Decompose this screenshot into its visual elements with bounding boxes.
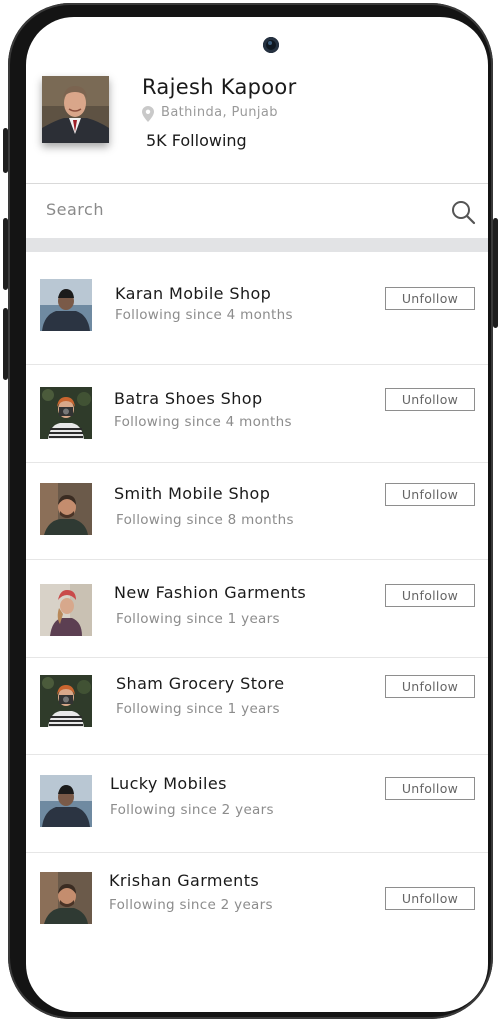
shop-name[interactable]: Karan Mobile Shop [115, 284, 271, 303]
row-divider [26, 559, 488, 560]
phone-frame: Rajesh Kapoor Bathinda, Punjab 5K Follow… [3, 3, 498, 1019]
following-since: Following since 1 years [116, 701, 280, 717]
unfollow-button[interactable]: Unfollow [385, 777, 475, 800]
following-since: Following since 2 years [110, 802, 274, 818]
app-screen: Rajesh Kapoor Bathinda, Punjab 5K Follow… [26, 17, 488, 1012]
row-divider [26, 657, 488, 658]
profile-avatar[interactable] [42, 76, 109, 143]
row-divider [26, 852, 488, 853]
shop-name[interactable]: Krishan Garments [109, 871, 259, 890]
profile-location: Bathinda, Punjab [161, 105, 278, 120]
following-since: Following since 1 years [116, 611, 280, 627]
shop-name[interactable]: Lucky Mobiles [110, 774, 227, 793]
shop-thumbnail[interactable] [40, 775, 92, 827]
search-icon[interactable] [450, 199, 476, 225]
following-since: Following since 2 years [109, 897, 273, 913]
search-input[interactable] [46, 195, 426, 223]
following-since: Following since 8 months [116, 512, 294, 528]
side-button-left-top [3, 128, 8, 173]
shop-name[interactable]: New Fashion Garments [114, 583, 306, 602]
shop-name[interactable]: Smith Mobile Shop [114, 484, 270, 503]
unfollow-button[interactable]: Unfollow [385, 388, 475, 411]
shop-name[interactable]: Batra Shoes Shop [114, 389, 263, 408]
following-since: Following since 4 months [114, 414, 292, 430]
unfollow-button[interactable]: Unfollow [385, 483, 475, 506]
side-button-right [493, 218, 498, 328]
row-divider [26, 754, 488, 755]
following-since: Following since 4 months [115, 307, 293, 323]
following-count[interactable]: 5K Following [146, 131, 247, 150]
unfollow-button[interactable]: Unfollow [385, 584, 475, 607]
front-camera [263, 37, 279, 53]
unfollow-button[interactable]: Unfollow [385, 287, 475, 310]
shop-name[interactable]: Sham Grocery Store [116, 674, 284, 693]
section-divider-band [26, 238, 488, 252]
row-divider [26, 462, 488, 463]
shop-thumbnail[interactable] [40, 279, 92, 331]
shop-thumbnail[interactable] [40, 387, 92, 439]
unfollow-button[interactable]: Unfollow [385, 887, 475, 910]
divider [26, 183, 488, 184]
shop-thumbnail[interactable] [40, 675, 92, 727]
row-divider [26, 364, 488, 365]
shop-thumbnail[interactable] [40, 483, 92, 535]
shop-thumbnail[interactable] [40, 584, 92, 636]
side-button-left-mid [3, 218, 8, 290]
profile-name: Rajesh Kapoor [142, 75, 297, 99]
side-button-left-low [3, 308, 8, 380]
unfollow-button[interactable]: Unfollow [385, 675, 475, 698]
shop-thumbnail[interactable] [40, 872, 92, 924]
location-pin-icon [142, 106, 154, 122]
